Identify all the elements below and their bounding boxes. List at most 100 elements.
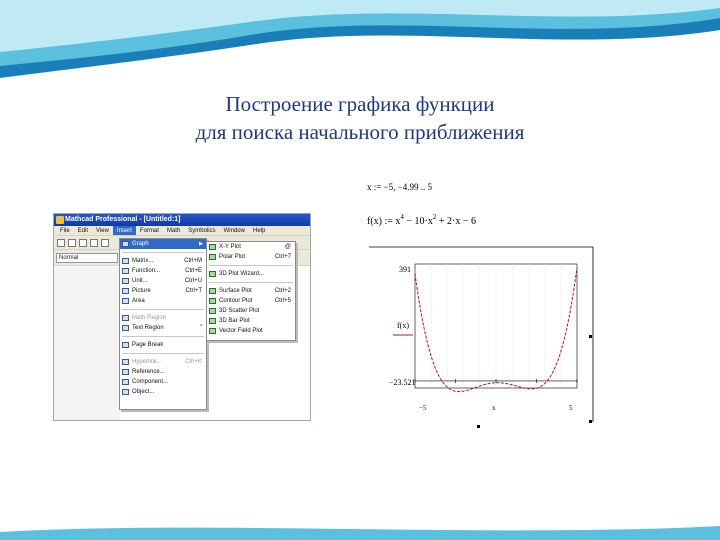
menu-symbolics[interactable]: Symbolics xyxy=(184,226,219,235)
menubar: File Edit View Insert Format Math Symbolics Win… xyxy=(54,226,310,236)
insert-menu-item-picture[interactable]: Picture Ctrl+T xyxy=(120,286,206,296)
insert-menu-item-unit[interactable]: Unit... Ctrl+U xyxy=(120,276,206,286)
legend-label: f(x) xyxy=(397,321,409,330)
menu-item-icon xyxy=(122,268,129,274)
fdef-left: f(x) := x xyxy=(367,216,400,227)
slide-title-line-2: для поиска начального приближения xyxy=(195,120,525,144)
menu-item-shortcut: Ctrl+M xyxy=(184,258,202,264)
menu-item-label: 3D Plot Wizard... xyxy=(219,271,265,277)
x-axis-label: x xyxy=(492,404,496,412)
open-file-icon[interactable] xyxy=(68,239,76,247)
menu-item-label: Graph xyxy=(132,241,149,247)
preview-icon[interactable] xyxy=(101,239,109,247)
menu-math[interactable]: Math xyxy=(163,226,184,235)
resize-handle-corner[interactable] xyxy=(589,420,592,423)
menu-item-shortcut: Ctrl+7 xyxy=(274,254,291,260)
menu-item-icon xyxy=(122,379,129,385)
menu-item-label: Reference... xyxy=(132,369,165,375)
menu-item-label: Math Region xyxy=(132,315,167,321)
resize-handle-right[interactable] xyxy=(589,335,592,338)
menu-help[interactable]: Help xyxy=(249,226,269,235)
plot-type-icon xyxy=(209,328,216,334)
menu-item-label: Vector Field Plot xyxy=(219,328,263,334)
graph-menu-item-vector-field-plot[interactable]: Vector Field Plot xyxy=(207,326,295,336)
menu-item-shortcut: Ctrl+T xyxy=(185,288,203,294)
menu-item-label: 3D Scatter Plot xyxy=(219,308,260,314)
menu-file[interactable]: File xyxy=(56,226,74,235)
save-icon[interactable] xyxy=(79,239,87,247)
insert-menu-item-function[interactable]: Function... Ctrl+E xyxy=(120,266,206,276)
insert-menu-item-area[interactable]: Area xyxy=(120,296,206,306)
graph-menu-item-3d-scatter-plot[interactable]: 3D Scatter Plot xyxy=(207,306,295,316)
mathcad-app-icon xyxy=(56,216,64,224)
insert-menu-item-object[interactable]: Object... xyxy=(120,387,206,397)
y-tick-top: 391 xyxy=(399,265,411,274)
menu-item-shortcut: Ctrl+K xyxy=(185,359,202,365)
insert-menu-item-component[interactable]: Component... xyxy=(120,377,206,387)
menu-item-shortcut: Ctrl+U xyxy=(184,278,202,284)
range-definition: x := −5, −4.99 .. 5 xyxy=(367,182,432,192)
menu-insert[interactable]: Insert xyxy=(112,226,136,235)
window-titlebar: Mathcad Professional - [Untitled:1] xyxy=(54,214,310,226)
plot-type-icon xyxy=(209,288,216,294)
menu-item-icon xyxy=(122,315,129,321)
insert-menu-item-text-region[interactable]: Text Region " xyxy=(120,323,206,333)
menu-item-icon xyxy=(122,359,129,365)
menu-separator xyxy=(209,265,293,266)
menu-item-icon xyxy=(122,258,129,264)
menu-item-icon xyxy=(122,241,129,247)
insert-menu-item-hyperlink[interactable]: Hyperlink... Ctrl+K xyxy=(120,357,206,367)
menu-item-label: Matrix... xyxy=(132,258,154,264)
resize-handle-bottom[interactable] xyxy=(477,425,480,428)
menu-item-shortcut: Ctrl+E xyxy=(185,268,202,274)
menu-item-icon xyxy=(122,298,129,304)
graph-menu-item-surface-plot[interactable]: Surface Plot Ctrl+2 xyxy=(207,286,295,296)
print-icon[interactable] xyxy=(90,239,98,247)
plot-type-icon xyxy=(209,271,216,277)
mathcad-window-screenshot: Mathcad Professional - [Untitled:1] File… xyxy=(53,213,311,421)
insert-menu-item-reference[interactable]: Reference... xyxy=(120,367,206,377)
insert-menu-item-graph[interactable]: Graph ▶ xyxy=(120,239,206,249)
menu-window[interactable]: Window xyxy=(220,226,249,235)
menu-separator xyxy=(122,252,204,253)
menu-format[interactable]: Format xyxy=(136,226,163,235)
menu-item-label: Function... xyxy=(132,268,161,274)
fdef-right: + 2·x − 6 xyxy=(436,216,476,227)
graph-menu-item-3d-bar-plot[interactable]: 3D Bar Plot xyxy=(207,316,295,326)
x-tick-left: −5 xyxy=(419,404,427,412)
mathcad-plot-panel: x := −5, −4.99 .. 5 f(x) := x4 − 10·x2 +… xyxy=(341,170,653,456)
new-file-icon[interactable] xyxy=(57,239,65,247)
graph-menu-item-contour-plot[interactable]: Contour Plot Ctrl+5 xyxy=(207,296,295,306)
graph-menu-item-3d-plot-wizard[interactable]: 3D Plot Wizard... xyxy=(207,269,295,279)
graph-menu-item-x-y-plot[interactable]: X-Y Plot @ xyxy=(207,242,295,252)
menu-item-label: Unit... xyxy=(132,278,148,284)
menu-view[interactable]: View xyxy=(92,226,113,235)
menu-separator xyxy=(122,353,204,354)
menu-item-label: Area xyxy=(132,298,145,304)
menu-item-label: Picture xyxy=(132,288,151,294)
menu-edit[interactable]: Edit xyxy=(74,226,92,235)
worksheet-margin xyxy=(54,267,120,420)
fdef-mid: − 10·x xyxy=(404,216,433,227)
menu-item-label: Contour Plot xyxy=(219,298,253,304)
style-select[interactable]: Normal xyxy=(56,253,118,263)
menu-item-label: Object... xyxy=(132,389,155,395)
insert-menu-item-page-break[interactable]: Page Break xyxy=(120,340,206,350)
menu-item-icon xyxy=(122,389,129,395)
menu-item-icon xyxy=(122,278,129,284)
insert-menu-item-math-region[interactable]: Math Region xyxy=(120,313,206,323)
function-definition: f(x) := x4 − 10·x2 + 2·x − 6 xyxy=(367,213,476,227)
menu-item-label: Hyperlink... xyxy=(132,359,163,365)
plot-type-icon xyxy=(209,244,216,250)
menu-item-label: Component... xyxy=(132,379,169,385)
insert-menu-item-matrix[interactable]: Matrix... Ctrl+M xyxy=(120,256,206,266)
menu-item-label: Surface Plot xyxy=(219,288,252,294)
menu-item-shortcut: @ xyxy=(284,244,291,250)
menu-item-icon xyxy=(122,369,129,375)
menu-separator xyxy=(209,282,293,283)
menu-separator xyxy=(122,336,204,337)
graph-menu-item-polar-plot[interactable]: Polar Plot Ctrl+7 xyxy=(207,252,295,262)
insert-menu-dropdown: Graph ▶ Matrix... Ctrl+M Function... Ctrl+E Un… xyxy=(119,238,207,410)
plot-type-icon xyxy=(209,254,216,260)
menu-item-label: 3D Bar Plot xyxy=(219,318,250,324)
